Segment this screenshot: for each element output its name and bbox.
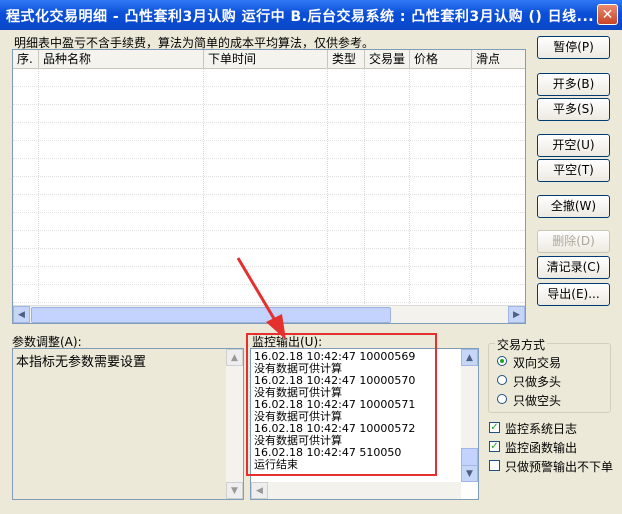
scroll-thumb[interactable] [461,448,478,466]
vertical-scrollbar[interactable]: ▲ ▼ [226,349,243,499]
checkbox-system-log[interactable]: ✓ [489,422,500,433]
checkbox-alert-only[interactable] [489,460,500,471]
horizontal-scrollbar[interactable]: ◀ ▶ [13,305,525,323]
scroll-left-icon[interactable]: ◀ [251,482,268,499]
scroll-down-icon[interactable]: ▼ [461,465,478,482]
vertical-scrollbar[interactable]: ▲ ▼ [461,349,478,482]
horizontal-scrollbar[interactable]: ◀ [251,482,461,499]
open-long-button[interactable]: 开多(B) [537,73,610,96]
checkbox-function-output[interactable]: ✓ [489,441,500,452]
grid-line [13,266,525,267]
column-header[interactable]: 价格 [410,50,472,68]
close-long-button[interactable]: 平多(S) [537,98,610,121]
radio-long-only[interactable] [497,375,507,385]
grid-line [13,302,525,303]
grid-line [13,86,525,87]
close-icon[interactable]: ✕ [597,4,618,25]
radio-label: 只做多头 [513,375,562,389]
checkbox-label: 监控函数输出 [505,441,578,455]
column-header[interactable]: 下单时间 [204,50,328,68]
scroll-up-icon[interactable]: ▲ [461,349,478,366]
scroll-thumb[interactable] [31,307,391,323]
column-header[interactable]: 滑点 [472,50,525,68]
grid-line [13,176,525,177]
column-header[interactable]: 交易量 [365,50,410,68]
column-header[interactable]: 类型 [328,50,365,68]
grid-line [13,230,525,231]
delete-button[interactable]: 删除(D) [537,230,610,253]
pause-button[interactable]: 暂停(P) [537,36,610,59]
scroll-right-icon[interactable]: ▶ [508,306,525,323]
table-header: 序. 品种名称 下单时间 类型 交易量 价格 滑点 [13,50,525,69]
grid-line [13,104,525,105]
radio-label: 双向交易 [513,356,562,370]
annotation-box [246,333,437,476]
cancel-all-button[interactable]: 全撤(W) [537,195,610,218]
trade-mode-title: 交易方式 [495,336,548,353]
params-text: 本指标无参数需要设置 [16,355,147,370]
grid-line [13,140,525,141]
checkbox-label: 只做预警输出不下单 [505,460,614,474]
scroll-left-icon[interactable]: ◀ [13,306,30,323]
clear-records-button[interactable]: 清记录(C) [537,256,610,279]
trade-detail-table[interactable]: 序. 品种名称 下单时间 类型 交易量 价格 滑点 ◀ ▶ [12,49,526,324]
radio-label: 只做空头 [513,394,562,408]
grid-line [13,122,525,123]
grid-line [13,248,525,249]
scroll-up-icon[interactable]: ▲ [226,349,243,366]
open-short-button[interactable]: 开空(U) [537,134,610,157]
column-header[interactable]: 序. [13,50,39,68]
grid-line [13,284,525,285]
grid-line [13,158,525,159]
radio-bidirectional[interactable] [497,356,507,366]
title-bar: 程式化交易明细 - 凸性套利3月认购 运行中 B.后台交易系统 : 凸性套利3月… [0,0,622,30]
grid-line [13,212,525,213]
params-textarea[interactable]: 本指标无参数需要设置 ▲ ▼ [12,348,244,500]
export-button[interactable]: 导出(E)... [537,283,610,306]
trade-mode-group: 交易方式 双向交易 只做多头 只做空头 [488,336,611,413]
checkbox-label: 监控系统日志 [505,422,578,436]
radio-short-only[interactable] [497,394,507,404]
window-title: 程式化交易明细 - 凸性套利3月认购 运行中 B.后台交易系统 : 凸性套利3月… [6,9,595,25]
close-short-button[interactable]: 平空(T) [537,159,610,182]
scroll-down-icon[interactable]: ▼ [226,482,243,499]
column-header[interactable]: 品种名称 [39,50,204,68]
grid-line [13,194,525,195]
